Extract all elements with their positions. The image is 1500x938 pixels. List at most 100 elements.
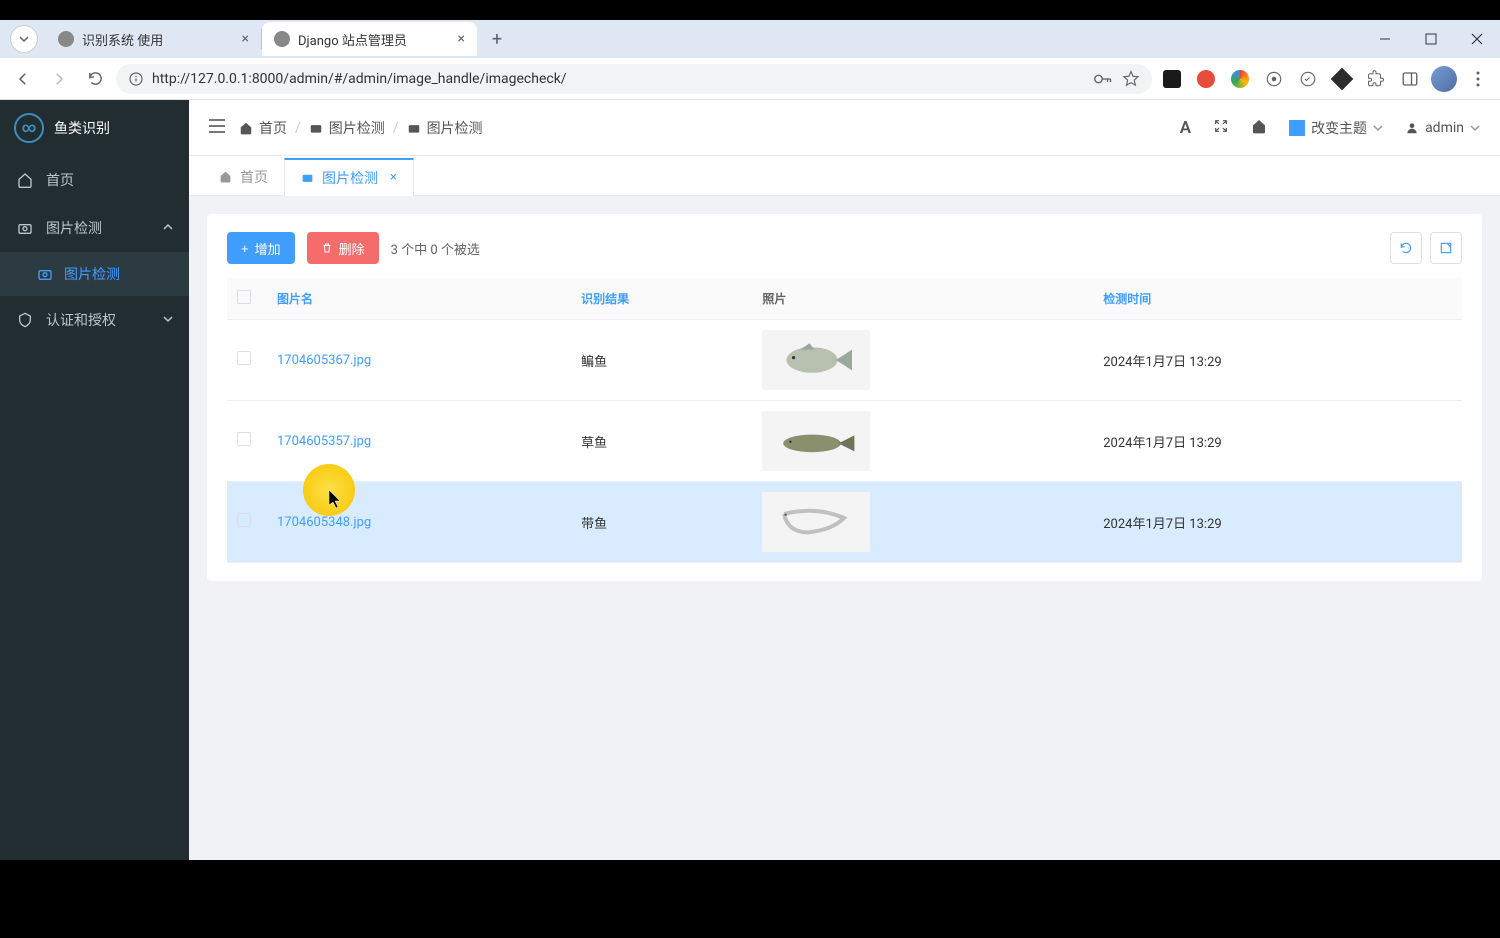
camera-icon [36, 266, 54, 282]
page-tab-home[interactable]: 首页 [203, 157, 284, 195]
col-time[interactable]: 检测时间 [1093, 278, 1462, 320]
select-all-checkbox[interactable] [237, 290, 251, 304]
row-checkbox[interactable] [237, 513, 251, 527]
browser-tab-bar: 识别系统 使用 × Django 站点管理员 × + [0, 20, 1500, 58]
home-quick-icon[interactable] [1251, 118, 1267, 138]
globe-icon [274, 31, 290, 47]
url-text: http://127.0.0.1:8000/admin/#/admin/imag… [152, 71, 567, 87]
row-checkbox[interactable] [237, 432, 251, 446]
side-panel-icon[interactable] [1396, 65, 1424, 93]
close-tab-0[interactable]: × [242, 31, 249, 47]
breadcrumb-image-detect-2[interactable]: 图片检测 [407, 118, 483, 138]
ext-icon-5[interactable] [1294, 65, 1322, 93]
camera-icon [407, 121, 421, 135]
sidebar: ∞ 鱼类识别 首页 图片检测 图片检测 认证和授权 [0, 100, 189, 860]
plus-icon: + [241, 241, 249, 256]
home-icon [239, 121, 253, 135]
chrome-menu-icon[interactable] [1464, 65, 1492, 93]
logo-icon: ∞ [14, 113, 44, 143]
camera-icon [301, 171, 314, 184]
refresh-button[interactable] [1390, 232, 1422, 264]
content-card: + 增加 删除 3 个中 0 个被选 [207, 214, 1482, 581]
data-table: 图片名 识别结果 照片 检测时间 1704605367.jpg 鳊鱼 2024年… [227, 278, 1462, 563]
breadcrumb-home[interactable]: 首页 [239, 118, 287, 138]
table-row[interactable]: 1704605348.jpg 带鱼 2024年1月7日 13:29 [227, 482, 1462, 563]
row-result: 草鱼 [571, 401, 752, 482]
app-name: 鱼类识别 [54, 118, 110, 138]
reload-button[interactable] [80, 64, 110, 94]
extensions-icon[interactable] [1362, 65, 1390, 93]
breadcrumb: 首页 / 图片检测 / 图片检测 [239, 118, 483, 138]
page-header: 首页 / 图片检测 / 图片检测 A [189, 100, 1500, 156]
password-key-icon[interactable] [1094, 72, 1112, 86]
app-logo[interactable]: ∞ 鱼类识别 [0, 100, 189, 156]
bookmark-star-icon[interactable] [1122, 70, 1140, 88]
sidebar-sub-image-detect[interactable]: 图片检测 [0, 252, 189, 296]
row-photo[interactable] [762, 492, 870, 552]
col-result[interactable]: 识别结果 [571, 278, 752, 320]
close-tab-1[interactable]: × [458, 31, 465, 47]
camera-icon [16, 220, 34, 236]
address-bar[interactable]: http://127.0.0.1:8000/admin/#/admin/imag… [116, 64, 1152, 94]
site-info-icon[interactable] [128, 71, 144, 87]
fullscreen-icon[interactable] [1213, 118, 1229, 138]
chevron-up-icon [163, 220, 173, 236]
new-tab-button[interactable]: + [483, 25, 511, 53]
home-icon [16, 172, 34, 188]
forward-button[interactable] [44, 64, 74, 94]
hamburger-icon[interactable] [209, 119, 225, 137]
row-checkbox[interactable] [237, 351, 251, 365]
sidebar-item-auth[interactable]: 认证和授权 [0, 296, 189, 344]
maximize-button[interactable] [1408, 20, 1454, 58]
globe-icon [58, 31, 74, 47]
row-time: 2024年1月7日 13:29 [1093, 320, 1462, 401]
sidebar-sub-label: 图片检测 [64, 264, 120, 284]
sidebar-label-image-detect: 图片检测 [46, 218, 102, 238]
browser-tab-0[interactable]: 识别系统 使用 × [46, 22, 261, 56]
ext-icon-3[interactable] [1226, 65, 1254, 93]
ext-icon-4[interactable] [1260, 65, 1288, 93]
selection-text: 3 个中 0 个被选 [391, 239, 480, 258]
profile-avatar[interactable] [1430, 65, 1458, 93]
row-photo[interactable] [762, 330, 870, 390]
row-name-link[interactable]: 1704605348.jpg [277, 515, 371, 530]
close-tab-icon[interactable]: × [390, 170, 397, 185]
shield-icon [16, 312, 34, 328]
breadcrumb-image-detect-1[interactable]: 图片检测 [309, 118, 385, 138]
browser-tab-1[interactable]: Django 站点管理员 × [262, 22, 477, 56]
row-time: 2024年1月7日 13:29 [1093, 482, 1462, 563]
delete-button[interactable]: 删除 [307, 232, 379, 264]
minimize-button[interactable] [1362, 20, 1408, 58]
back-button[interactable] [8, 64, 38, 94]
tab-title-1: Django 站点管理员 [298, 30, 407, 49]
col-photo: 照片 [752, 278, 1093, 320]
row-time: 2024年1月7日 13:29 [1093, 401, 1462, 482]
ext-icon-6[interactable] [1328, 65, 1356, 93]
table-row[interactable]: 1704605367.jpg 鳊鱼 2024年1月7日 13:29 [227, 320, 1462, 401]
sidebar-item-home[interactable]: 首页 [0, 156, 189, 204]
page-tab-image-detect[interactable]: 图片检测 × [284, 158, 414, 196]
chevron-down-icon [163, 312, 173, 328]
page-tabs: 首页 图片检测 × [189, 156, 1500, 196]
theme-dropdown[interactable]: 改变主题 [1289, 118, 1383, 138]
home-icon [219, 170, 232, 183]
row-photo[interactable] [762, 411, 870, 471]
table-row[interactable]: 1704605357.jpg 草鱼 2024年1月7日 13:29 [227, 401, 1462, 482]
toolbar: + 增加 删除 3 个中 0 个被选 [227, 232, 1462, 264]
chevron-down-icon [1373, 123, 1383, 133]
row-result: 鳊鱼 [571, 320, 752, 401]
tab-search-button[interactable] [10, 25, 38, 53]
row-result: 带鱼 [571, 482, 752, 563]
user-dropdown[interactable]: admin [1405, 120, 1480, 136]
row-name-link[interactable]: 1704605367.jpg [277, 353, 371, 368]
ext-icon-2[interactable] [1192, 65, 1220, 93]
add-button[interactable]: + 增加 [227, 232, 295, 264]
col-name[interactable]: 图片名 [267, 278, 571, 320]
export-button[interactable] [1430, 232, 1462, 264]
close-window-button[interactable] [1454, 20, 1500, 58]
ext-icon-1[interactable] [1158, 65, 1186, 93]
sidebar-item-image-detect[interactable]: 图片检测 [0, 204, 189, 252]
row-name-link[interactable]: 1704605357.jpg [277, 434, 371, 449]
trash-icon [321, 242, 333, 254]
font-size-button[interactable]: A [1180, 118, 1191, 138]
